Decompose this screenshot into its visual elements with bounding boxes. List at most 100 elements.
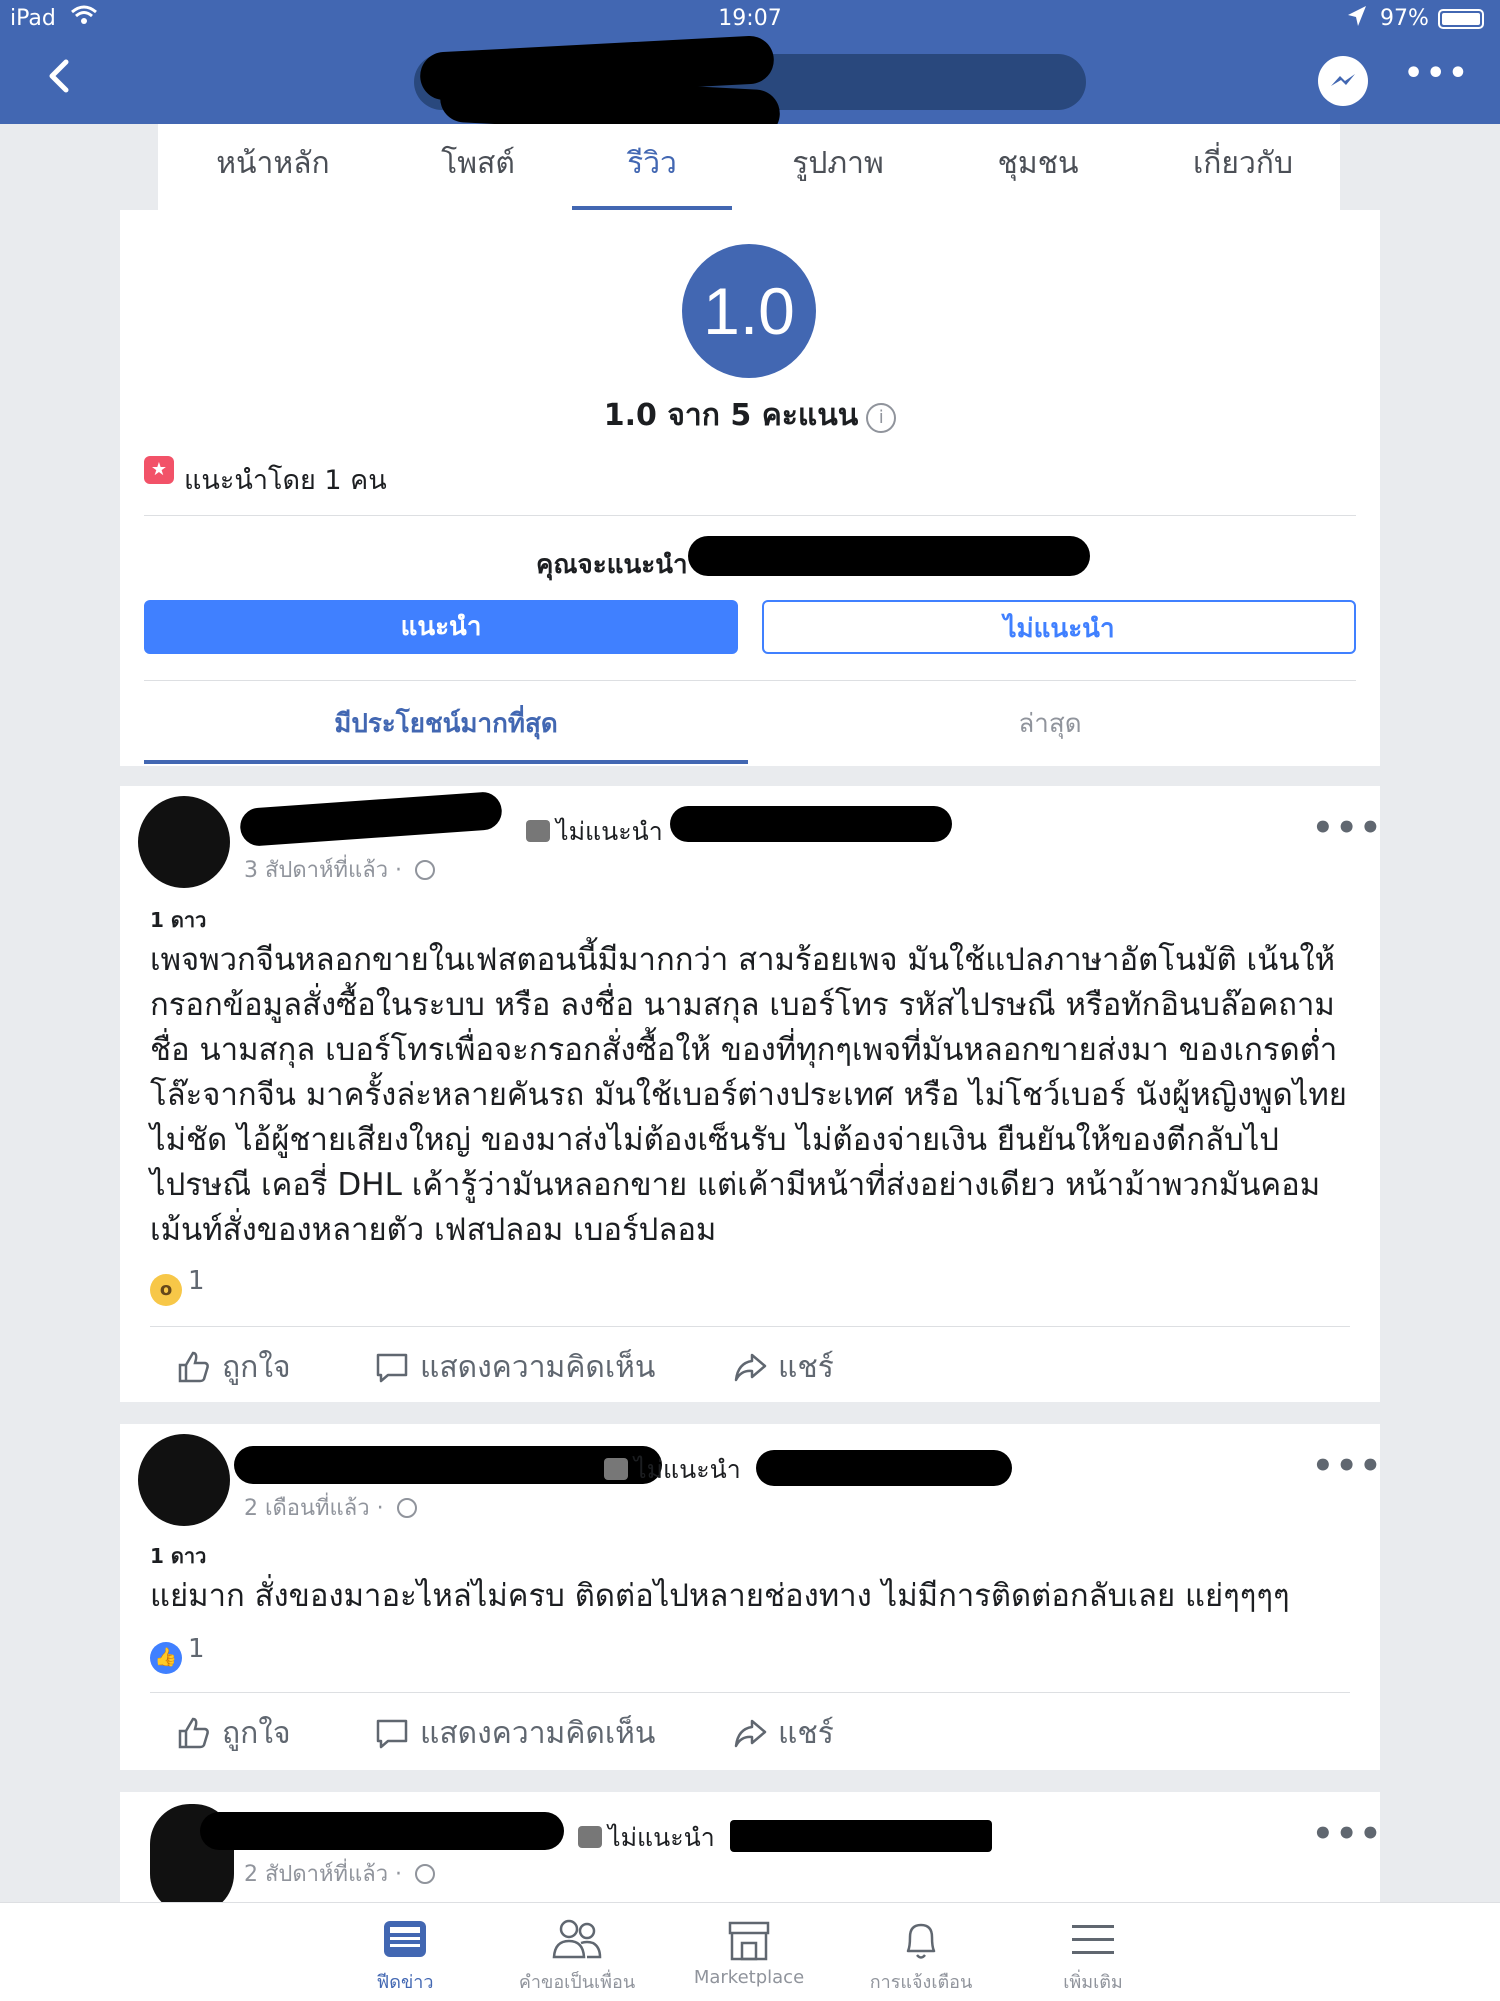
reaction-count: 1 [188, 1634, 205, 1664]
comment-button[interactable]: แสดงความคิดเห็น [374, 1710, 655, 1757]
like-reaction-icon: 👍 [150, 1642, 182, 1674]
comment-label: แสดงความคิดเห็น [420, 1350, 656, 1385]
location-arrow-icon [1346, 4, 1368, 36]
sort-recent-tab[interactable]: ล่าสุด [748, 700, 1352, 764]
page-tabs: หน้าหลัก โพสต์ รีวิว รูปภาพ ชุมชน เกี่ยว… [158, 124, 1340, 211]
tab-home[interactable]: หน้าหลัก [168, 124, 378, 210]
review-star-icon [578, 1826, 602, 1848]
share-arrow-icon [734, 1719, 767, 1748]
post-meta: 2 สัปดาห์ที่แล้ว · [244, 1856, 436, 1891]
redacted-page-name-3 [688, 536, 1090, 576]
top-navigation-bar: iPad 19:07 97% ••• [0, 0, 1500, 139]
news-feed-icon [384, 1921, 426, 1957]
share-label: แชร์ [778, 1350, 834, 1385]
divider [144, 515, 1356, 516]
review-star-icon [526, 820, 550, 842]
post-time[interactable]: 3 สัปดาห์ที่แล้ว [244, 858, 388, 883]
rating-summary: 1.0 จาก 5 คะแนน i [0, 392, 1500, 439]
redacted-reviewer-name [234, 1446, 662, 1484]
not-recommend-tag: ไม่แนะนำ [604, 1450, 741, 1490]
friends-icon [552, 1919, 602, 1959]
avatar[interactable] [138, 1434, 230, 1526]
bottom-tab-friend-requests[interactable]: คำขอเป็นเพื่อน [492, 1903, 662, 2001]
like-label: ถูกใจ [222, 1716, 291, 1751]
tab-about[interactable]: เกี่ยวกับ [1148, 124, 1338, 210]
back-chevron-icon[interactable] [40, 56, 80, 96]
reaction-summary[interactable]: 👍 1 [150, 1634, 205, 1674]
not-recommend-button[interactable]: ไม่แนะนำ [762, 600, 1356, 654]
divider [150, 1326, 1350, 1327]
tab-posts[interactable]: โพสต์ [378, 124, 578, 210]
wow-reaction-icon: o [150, 1274, 182, 1306]
public-globe-icon [396, 1498, 417, 1518]
comment-label: แสดงความคิดเห็น [420, 1716, 656, 1751]
redacted-page-name-4 [670, 806, 952, 842]
thumbs-up-icon [178, 1351, 209, 1383]
more-options-icon[interactable]: ••• [1404, 56, 1471, 91]
bottom-tab-bar: ฟีดข่าว คำขอเป็นเพื่อน Marketplace การแจ… [0, 1902, 1500, 2001]
recommend-tag-text: ไม่แนะนำ [634, 1455, 741, 1484]
tab-community[interactable]: ชุมชน [938, 124, 1138, 210]
review-star-icon [604, 1458, 628, 1480]
info-icon[interactable]: i [866, 403, 897, 433]
bottom-tab-label: ฟีดข่าว [376, 1972, 434, 1993]
recommend-tag-text: ไม่แนะนำ [556, 817, 663, 846]
share-button[interactable]: แชร์ [732, 1344, 834, 1391]
post-time[interactable]: 2 สัปดาห์ที่แล้ว [244, 1862, 388, 1887]
bell-icon [906, 1923, 936, 1959]
post-more-icon[interactable]: ••• [1312, 1814, 1383, 1854]
avatar[interactable] [138, 796, 230, 888]
star-rating-label: 1 ดาว [150, 1544, 207, 1568]
battery-icon [1438, 9, 1484, 29]
post-meta: 2 เดือนที่แล้ว · [244, 1490, 417, 1525]
like-button[interactable]: ถูกใจ [176, 1344, 291, 1391]
public-globe-icon [415, 860, 436, 880]
post-more-icon[interactable]: ••• [1312, 808, 1383, 848]
thumbs-up-icon [178, 1717, 209, 1749]
bottom-tab-marketplace[interactable]: Marketplace [664, 1903, 834, 2001]
star-rating-label: 1 ดาว [150, 908, 207, 932]
bottom-tab-notifications[interactable]: การแจ้งเตือน [836, 1903, 1006, 2001]
rating-score-circle: 1.0 [682, 244, 816, 378]
reaction-summary[interactable]: o1 [150, 1266, 205, 1306]
not-recommend-tag: ไม่แนะนำ [526, 812, 663, 852]
post-time[interactable]: 2 เดือนที่แล้ว [244, 1496, 370, 1521]
review-body: เพจพวกจีนหลอกขายในเฟสตอนนี้มีมากกว่า สาม… [150, 942, 1347, 1248]
redacted-page-name-5 [756, 1450, 1012, 1486]
reaction-count: 1 [188, 1266, 205, 1296]
comment-icon [376, 1353, 408, 1383]
recommend-tag-text: ไม่แนะนำ [608, 1823, 715, 1852]
divider [150, 1692, 1350, 1693]
marketplace-icon [728, 1921, 770, 1961]
recommend-question: คุณจะแนะนำ [536, 550, 688, 580]
recommended-by-count: แนะนำโดย 1 คน [184, 465, 387, 496]
sort-most-helpful-tab[interactable]: มีประโยชน์มากที่สุด [144, 700, 748, 764]
clock: 19:07 [718, 6, 782, 31]
comment-icon [376, 1719, 408, 1749]
bottom-tab-more[interactable]: เพิ่มเติม [1008, 1903, 1178, 2001]
like-button[interactable]: ถูกใจ [176, 1710, 291, 1757]
recommend-button[interactable]: แนะนำ [144, 600, 738, 654]
battery-percent: 97% [1380, 6, 1429, 31]
divider [144, 680, 1356, 681]
status-bar: iPad 19:07 97% [0, 0, 1500, 38]
menu-icon [1072, 1925, 1114, 1954]
messenger-icon[interactable] [1318, 56, 1368, 106]
public-globe-icon [415, 1864, 436, 1884]
comment-button[interactable]: แสดงความคิดเห็น [374, 1344, 655, 1391]
bottom-tab-news-feed[interactable]: ฟีดข่าว [320, 1903, 490, 2001]
redacted-reviewer-name [200, 1812, 564, 1850]
not-recommend-tag: ไม่แนะนำ [578, 1818, 715, 1858]
share-arrow-icon [734, 1353, 767, 1382]
tab-photos[interactable]: รูปภาพ [738, 124, 938, 210]
post-more-icon[interactable]: ••• [1312, 1446, 1383, 1486]
bottom-tab-label: เพิ่มเติม [1063, 1972, 1123, 1993]
tab-reviews[interactable]: รีวิว [572, 124, 732, 210]
like-label: ถูกใจ [222, 1350, 291, 1385]
share-button[interactable]: แชร์ [732, 1710, 834, 1757]
review-body: แย่มาก สั่งของมาอะไหล่ไม่ครบ ติดต่อไปหลา… [150, 1578, 1290, 1614]
share-label: แชร์ [778, 1716, 834, 1751]
recommend-badge-icon: ★ [144, 456, 174, 484]
redacted-page-name-6 [730, 1820, 992, 1852]
bottom-tab-label: Marketplace [693, 1967, 805, 1988]
